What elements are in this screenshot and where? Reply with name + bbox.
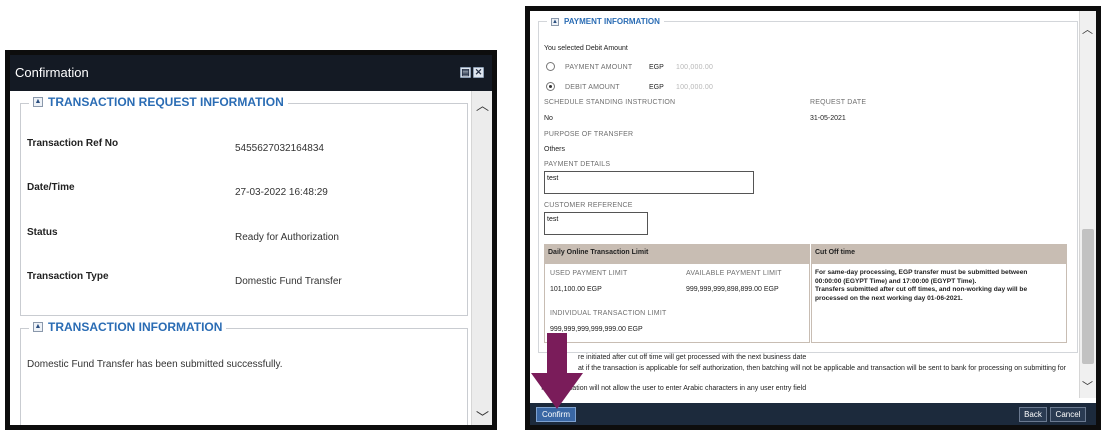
debit-amount-label: DEBIT AMOUNT (565, 84, 620, 91)
scroll-up-icon[interactable]: ︿ (1082, 21, 1093, 37)
field-value-status: Ready for Authorization (235, 232, 339, 243)
payment-amount-value: 100,000.00 (676, 64, 714, 71)
cutoff-line-4: processed on the next working day 01-06-… (815, 294, 963, 302)
field-label-ref: Transaction Ref No (27, 138, 119, 149)
scroll-up-icon[interactable]: ︿ (476, 95, 489, 114)
debit-amount-currency: EGP (649, 84, 664, 91)
payment-details-input[interactable]: test (544, 171, 754, 194)
collapse-icon[interactable]: ▲ (33, 322, 43, 332)
transaction-info-section: ▲ TRANSACTION INFORMATION Domestic Fund … (20, 320, 468, 425)
request-date-value: 31-05-2021 (810, 115, 846, 122)
debit-amount-value: 100,000.00 (676, 84, 714, 91)
confirmation-window: Confirmation ▤ ✕ ▲ TRANSACTION REQUEST I… (5, 50, 497, 430)
field-value-type: Domestic Fund Transfer (235, 276, 342, 287)
used-limit-value: 101,100.00 EGP (550, 286, 602, 293)
annotation-arrow-icon (531, 333, 583, 409)
section-title: TRANSACTION INFORMATION (48, 320, 223, 334)
standing-instruction-label: SCHEDULE STANDING INSTRUCTION (544, 99, 676, 106)
cutoff-header: Cut Off time (811, 244, 1067, 263)
window-title: Confirmation (15, 65, 89, 80)
field-label-datetime: Date/Time (27, 182, 75, 193)
used-limit-label: USED PAYMENT LIMIT (550, 270, 628, 277)
field-value-datetime: 27-03-2022 16:48:29 (235, 187, 328, 198)
section-title: PAYMENT INFORMATION (564, 17, 660, 26)
success-message: Domestic Fund Transfer has been submitte… (27, 359, 283, 370)
payment-details-label: PAYMENT DETAILS (544, 161, 611, 168)
payment-amount-currency: EGP (649, 64, 664, 71)
purpose-label: PURPOSE OF TRANSFER (544, 131, 634, 138)
section-title: TRANSACTION REQUEST INFORMATION (48, 95, 284, 109)
window-controls: ▤ ✕ (460, 67, 484, 78)
transaction-request-legend[interactable]: ▲ TRANSACTION REQUEST INFORMATION (29, 95, 288, 109)
transaction-request-section: ▲ TRANSACTION REQUEST INFORMATION Transa… (20, 95, 468, 316)
cancel-button[interactable]: Cancel (1050, 407, 1086, 422)
purpose-value: Others (544, 146, 566, 153)
field-value-ref: 5455627032164834 (235, 143, 324, 154)
cutoff-line-3: Transfers submitted after cut off times,… (815, 286, 1028, 293)
collapse-icon[interactable]: ▲ (33, 97, 43, 107)
vertical-scrollbar[interactable]: ︿ ﹀ (1079, 11, 1096, 398)
standing-instruction-value: No (544, 115, 553, 122)
window-title-bar: Confirmation (10, 55, 492, 91)
customer-reference-input[interactable]: test (544, 212, 648, 235)
confirmation-body: ▲ TRANSACTION REQUEST INFORMATION Transa… (12, 91, 474, 425)
cutoff-line-2: 00:00:00 (EGYPT Time) and 17:00:00 (EGYP… (815, 277, 977, 285)
daily-limit-header: Daily Online Transaction Limit (544, 244, 810, 263)
transaction-info-legend[interactable]: ▲ TRANSACTION INFORMATION (29, 320, 227, 334)
available-limit-label: AVAILABLE PAYMENT LIMIT (686, 270, 782, 277)
arrow-shaft (547, 333, 567, 377)
individual-limit-label: INDIVIDUAL TRANSACTION LIMIT (550, 310, 667, 317)
payment-amount-label: PAYMENT AMOUNT (565, 64, 633, 71)
payment-review-window: ▲ PAYMENT INFORMATION You selected Debit… (525, 6, 1101, 430)
back-button[interactable]: Back (1019, 407, 1047, 422)
available-limit-value: 999,999,999,898,899.00 EGP (686, 286, 779, 293)
request-date-label: REQUEST DATE (810, 99, 867, 106)
field-label-type: Transaction Type (27, 271, 109, 282)
field-label-status: Status (27, 227, 58, 238)
collapse-icon[interactable]: ▲ (551, 17, 559, 26)
cutoff-line-1: For same-day processing, EGP transfer mu… (815, 269, 1028, 276)
action-bar: Confirm Back Cancel (530, 403, 1096, 425)
note-line-2: at if the transaction is applicable for … (578, 365, 1066, 372)
individual-limit-value: 999,999,999,999,999.00 EGP (550, 326, 643, 333)
vertical-scrollbar[interactable]: ︿ ﹀ (471, 91, 492, 425)
print-icon[interactable]: ▤ (460, 67, 471, 78)
payment-amount-radio[interactable] (546, 62, 555, 71)
customer-reference-label: CUSTOMER REFERENCE (544, 202, 633, 209)
close-icon[interactable]: ✕ (473, 67, 484, 78)
selected-amount-text: You selected Debit Amount (544, 45, 628, 52)
arrow-head (531, 373, 583, 409)
note-line-1: re initiated after cut off time will get… (578, 354, 807, 361)
payment-information-legend[interactable]: ▲ PAYMENT INFORMATION (547, 17, 664, 26)
scroll-down-icon[interactable]: ﹀ (1082, 378, 1093, 394)
debit-amount-radio[interactable] (546, 82, 555, 91)
scroll-thumb[interactable] (1082, 229, 1094, 364)
scroll-down-icon[interactable]: ﹀ (476, 407, 489, 425)
